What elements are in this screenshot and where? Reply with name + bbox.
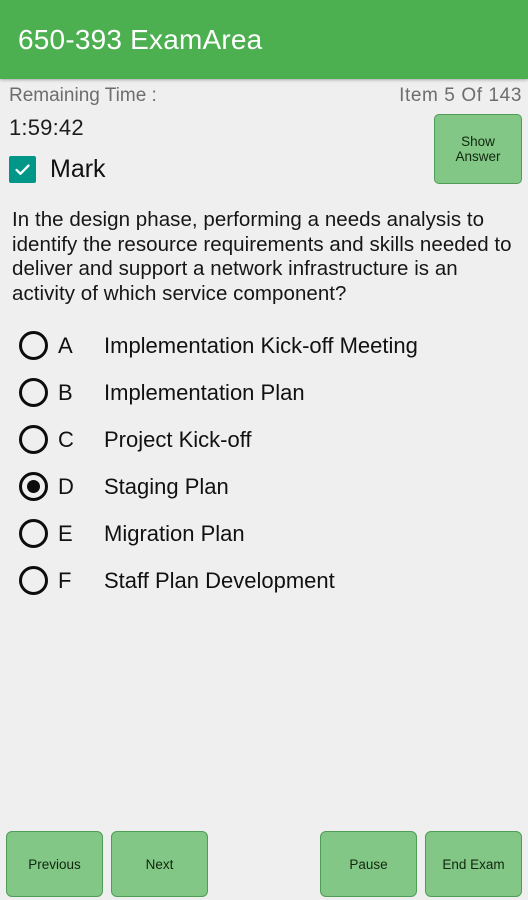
option-letter-f: F xyxy=(58,567,72,593)
option-text-d: Staging Plan xyxy=(104,473,229,499)
option-letter-a: A xyxy=(58,332,73,358)
option-letter-b: B xyxy=(58,379,73,405)
bottom-button-bar: Previous Next Pause End Exam xyxy=(0,828,528,900)
radio-icon-e[interactable] xyxy=(19,519,48,548)
check-icon xyxy=(15,164,30,175)
option-e[interactable]: E Migration Plan xyxy=(19,510,528,557)
pause-button[interactable]: Pause xyxy=(320,831,417,897)
radio-icon-a[interactable] xyxy=(19,331,48,360)
option-text-c: Project Kick-off xyxy=(104,426,252,452)
app-title: 650-393 ExamArea xyxy=(18,23,263,55)
option-f[interactable]: F Staff Plan Development xyxy=(19,557,528,604)
option-letter-c: C xyxy=(58,426,74,452)
mark-label: Mark xyxy=(50,155,106,183)
mark-checkbox-row[interactable]: Mark xyxy=(9,156,149,183)
mark-checkbox[interactable] xyxy=(9,156,36,183)
question-text: In the design phase, performing a needs … xyxy=(12,208,512,305)
option-letter-d: D xyxy=(58,473,74,499)
option-text-f: Staff Plan Development xyxy=(104,567,335,593)
option-d[interactable]: D Staging Plan xyxy=(19,463,528,510)
option-a[interactable]: A Implementation Kick-off Meeting xyxy=(19,322,528,369)
radio-icon-d[interactable] xyxy=(19,472,48,501)
option-text-e: Migration Plan xyxy=(104,520,245,546)
app-bar: 650-393 ExamArea xyxy=(0,0,528,79)
option-letter-e: E xyxy=(58,520,73,546)
option-text-a: Implementation Kick-off Meeting xyxy=(104,332,418,358)
previous-button[interactable]: Previous xyxy=(6,831,103,897)
option-b[interactable]: B Implementation Plan xyxy=(19,369,528,416)
remaining-time-label: Remaining Time : xyxy=(9,84,157,106)
show-answer-button[interactable]: Show Answer xyxy=(434,114,522,184)
radio-icon-b[interactable] xyxy=(19,378,48,407)
radio-icon-f[interactable] xyxy=(19,566,48,595)
radio-icon-c[interactable] xyxy=(19,425,48,454)
status-row: Remaining Time : Item 5 Of 143 xyxy=(0,79,528,112)
meta-zone: 1:59:42 Mark Show Answer xyxy=(0,112,528,202)
options-list: A Implementation Kick-off Meeting B Impl… xyxy=(0,322,528,604)
option-c[interactable]: C Project Kick-off xyxy=(19,416,528,463)
item-counter: Item 5 Of 143 xyxy=(399,84,522,106)
next-button[interactable]: Next xyxy=(111,831,208,897)
option-text-b: Implementation Plan xyxy=(104,379,305,405)
end-exam-button[interactable]: End Exam xyxy=(425,831,522,897)
